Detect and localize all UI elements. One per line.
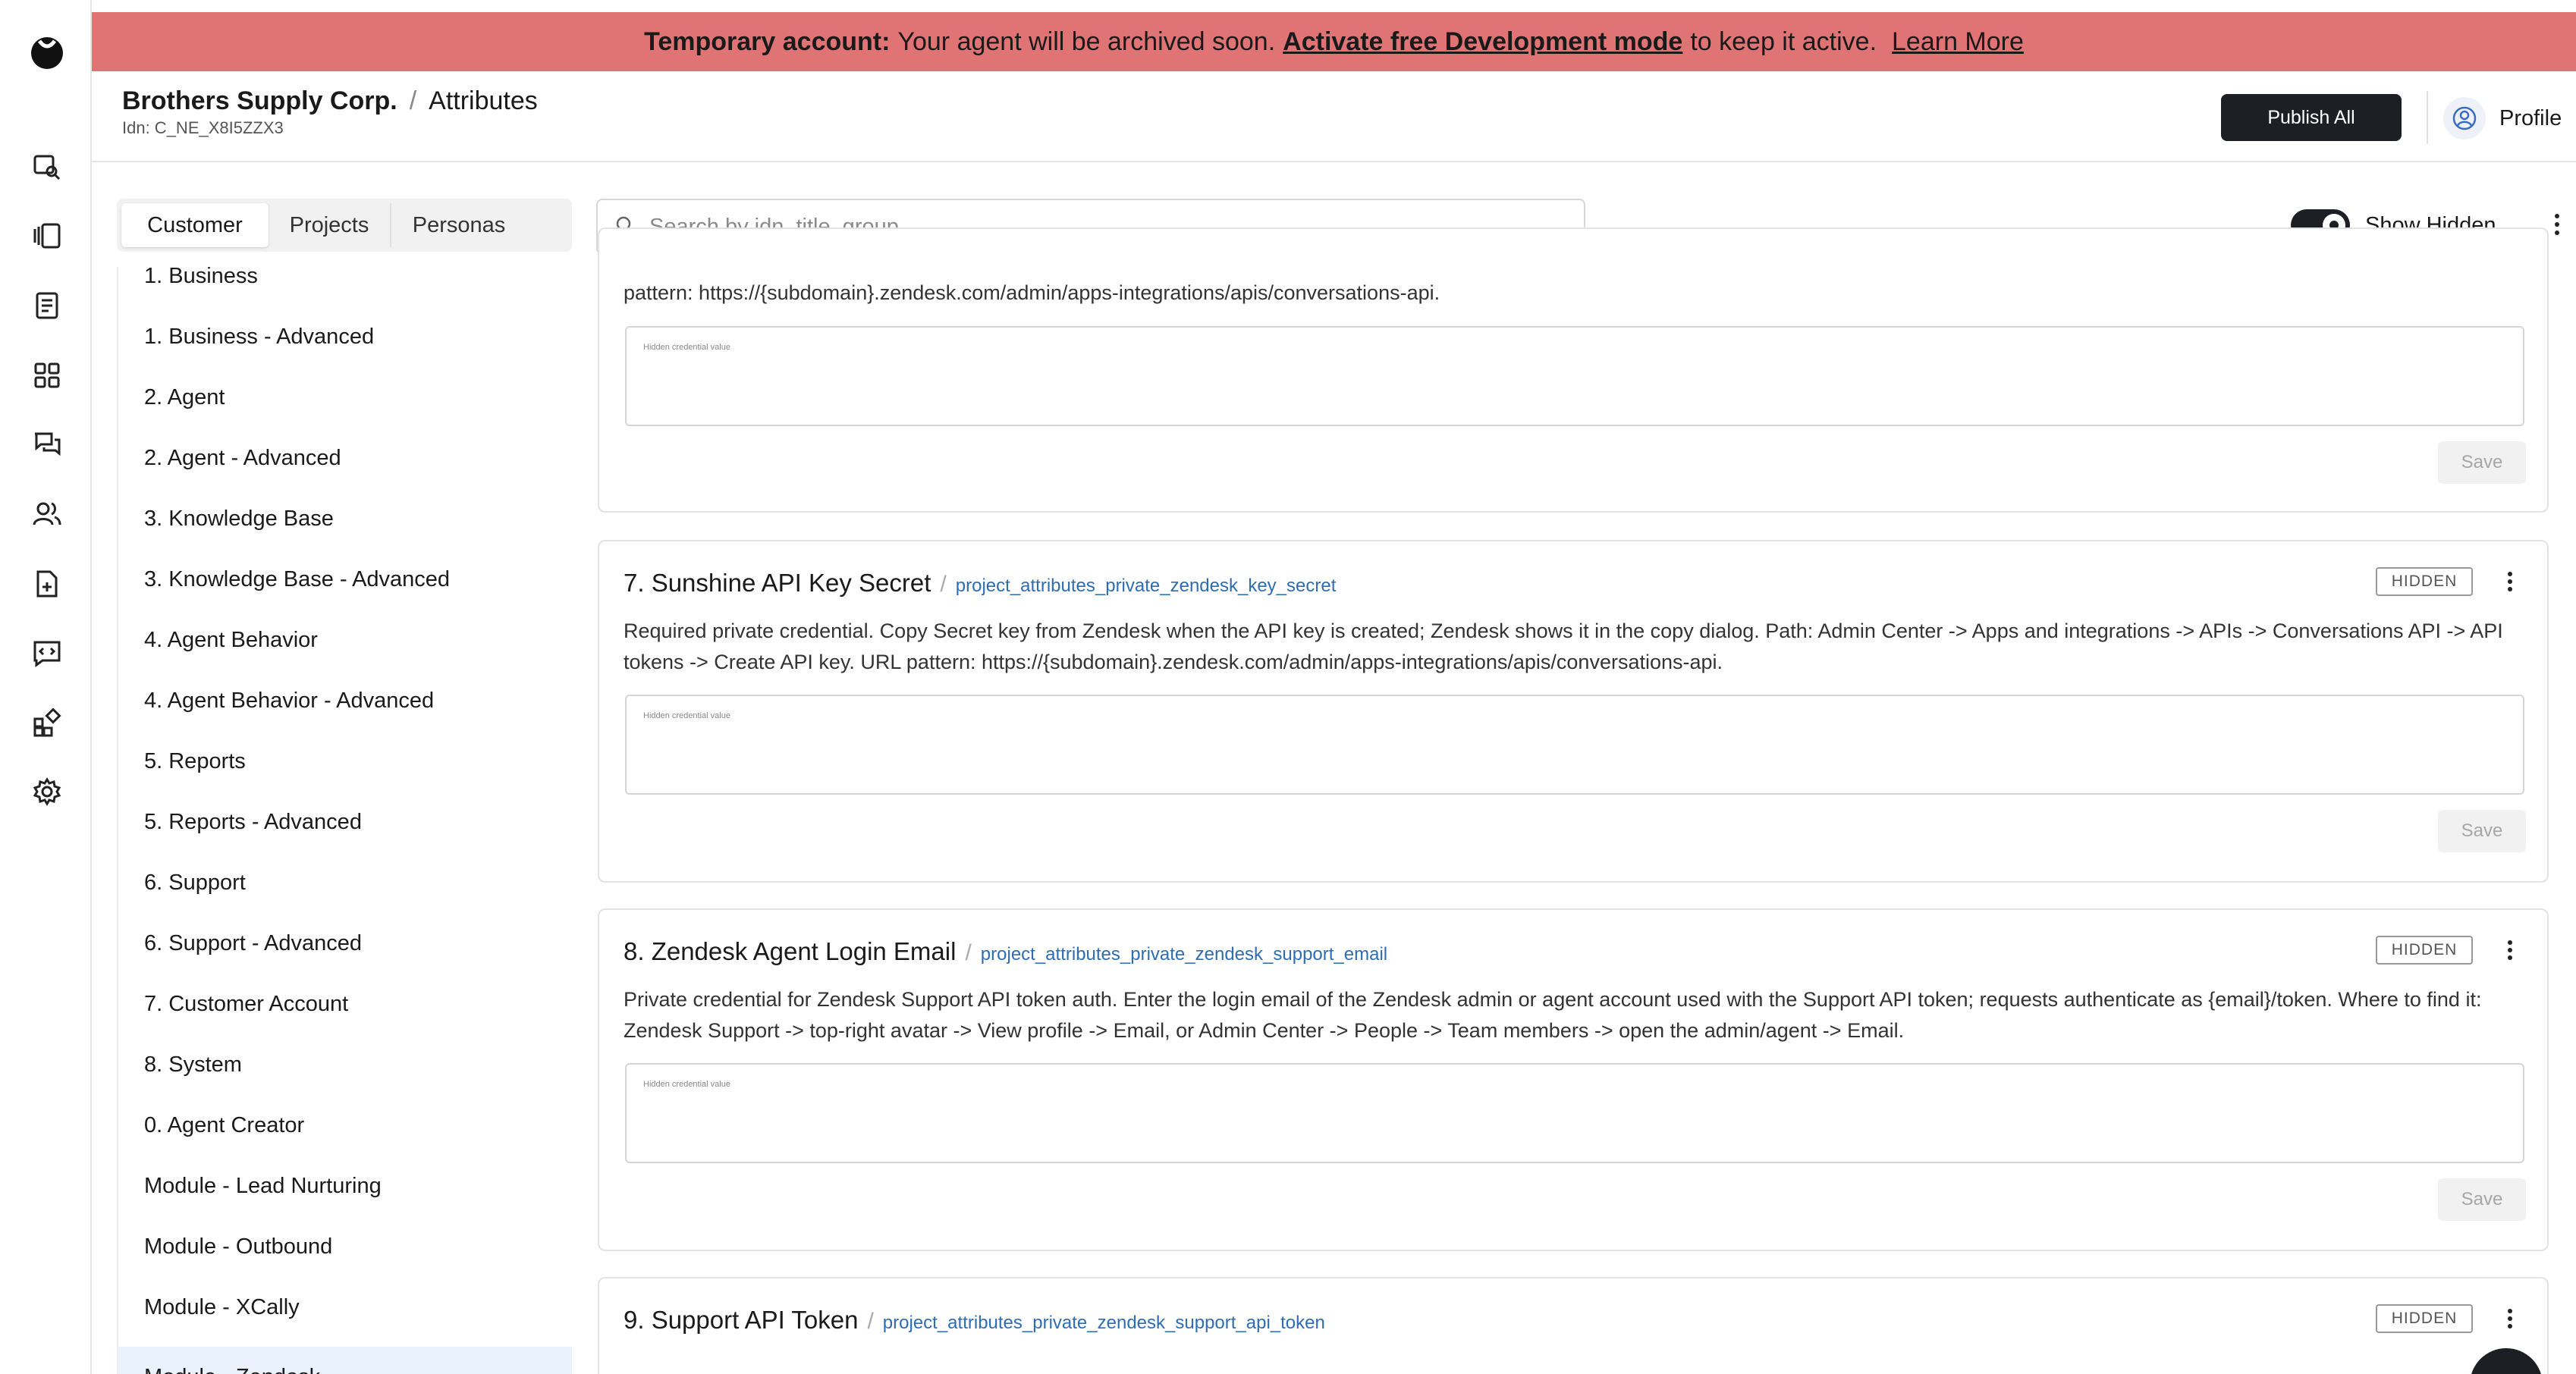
logo-icon[interactable] xyxy=(29,33,65,70)
group-item[interactable]: Module - Lead Nurturing xyxy=(118,1156,572,1216)
integrations-icon[interactable] xyxy=(30,707,64,740)
more-options-icon[interactable] xyxy=(2506,1307,2514,1334)
activate-dev-mode-link[interactable]: Activate free Development mode xyxy=(1283,27,1682,57)
group-item[interactable]: 5. Reports xyxy=(118,731,572,792)
hidden-badge: HIDDEN xyxy=(2376,936,2473,965)
temporary-account-banner: Temporary account: Your agent will be ar… xyxy=(92,12,2576,71)
users-icon[interactable] xyxy=(30,497,64,531)
field-placeholder: Hidden credential value xyxy=(643,343,730,352)
breadcrumb: Brothers Supply Corp. / Attributes xyxy=(122,86,538,116)
banner-bold: Temporary account: xyxy=(644,27,891,56)
group-item[interactable]: 7. Customer Account xyxy=(118,974,572,1034)
save-button[interactable]: Save xyxy=(2438,810,2526,852)
attribute-title: 8. Zendesk Agent Login Email / project_a… xyxy=(624,937,1387,966)
attribute-description: pattern: https://{subdomain}.zendesk.com… xyxy=(624,281,1440,304)
title-separator: / xyxy=(965,940,972,965)
profile-label: Profile xyxy=(2499,105,2562,130)
hidden-badge: HIDDEN xyxy=(2376,1304,2473,1333)
save-button[interactable]: Save xyxy=(2438,1178,2526,1221)
left-rail xyxy=(0,0,92,1374)
group-item[interactable]: 1. Business xyxy=(118,267,572,306)
agents-icon[interactable] xyxy=(30,150,64,184)
attribute-name: 8. Zendesk Agent Login Email xyxy=(624,937,957,965)
attribute-title: 7. Sunshine API Key Secret / project_att… xyxy=(624,569,1336,598)
document-icon[interactable] xyxy=(30,289,64,322)
attribute-description: Private credential for Zendesk Support A… xyxy=(624,988,2482,1042)
more-options-icon[interactable] xyxy=(2506,570,2514,597)
attribute-key[interactable]: project_attributes_private_zendesk_suppo… xyxy=(883,1313,1325,1334)
attribute-key[interactable]: project_attributes_private_zendesk_suppo… xyxy=(981,944,1387,965)
group-item[interactable]: Module - XCally xyxy=(118,1277,572,1338)
field-placeholder: Hidden credential value xyxy=(643,1080,730,1089)
breadcrumb-org[interactable]: Brothers Supply Corp. xyxy=(122,86,397,116)
group-item[interactable]: 3. Knowledge Base xyxy=(118,488,572,549)
group-item[interactable]: 0. Agent Creator xyxy=(118,1095,572,1156)
publish-all-button[interactable]: Publish All xyxy=(2221,94,2402,141)
group-item[interactable]: 6. Support xyxy=(118,852,572,913)
attribute-card: 8. Zendesk Agent Login Email / project_a… xyxy=(598,908,2549,1251)
more-options-icon[interactable] xyxy=(2553,212,2561,240)
chat-icon[interactable] xyxy=(30,428,64,461)
customer-idn: Idn: C_NE_X8I5ZZX3 xyxy=(122,118,284,137)
page-header: Brothers Supply Corp. / Attributes Idn: … xyxy=(92,71,2576,162)
hidden-badge: HIDDEN xyxy=(2376,567,2473,596)
group-item[interactable]: 2. Agent - Advanced xyxy=(118,428,572,488)
attribute-key[interactable]: project_attributes_private_zendesk_key_s… xyxy=(956,576,1337,597)
field-placeholder: Hidden credential value xyxy=(643,711,730,720)
attribute-card: 9. Support API Token / project_attribute… xyxy=(598,1277,2549,1374)
group-list: 1. Business 1. Business - Advanced 2. Ag… xyxy=(117,267,572,1374)
credential-field[interactable]: Hidden credential value xyxy=(625,326,2524,426)
group-item[interactable]: 1. Business - Advanced xyxy=(118,306,572,367)
tab-personas[interactable]: Personas xyxy=(390,203,526,247)
group-item[interactable]: 2. Agent xyxy=(118,367,572,428)
file-icon[interactable] xyxy=(30,567,64,601)
user-circle-icon xyxy=(2443,97,2486,140)
title-separator: / xyxy=(940,572,947,597)
attribute-name: 9. Support API Token xyxy=(624,1306,859,1334)
tab-projects[interactable]: Projects xyxy=(269,203,390,247)
header-divider xyxy=(2427,91,2428,144)
attribute-card: 7. Sunshine API Key Secret / project_att… xyxy=(598,540,2549,883)
credential-field[interactable]: Hidden credential value xyxy=(625,1063,2524,1163)
group-item[interactable]: 3. Knowledge Base - Advanced xyxy=(118,549,572,610)
settings-icon[interactable] xyxy=(30,775,64,808)
group-item[interactable]: 8. System xyxy=(118,1034,572,1095)
attribute-description: Required private credential. Copy Secret… xyxy=(624,620,2503,673)
page-title: Attributes xyxy=(429,86,538,115)
attribute-card: pattern: https://{subdomain}.zendesk.com… xyxy=(598,227,2549,513)
title-separator: / xyxy=(867,1309,874,1334)
learn-more-link[interactable]: Learn More xyxy=(1892,27,2024,57)
banner-after: to keep it active. xyxy=(1690,27,1877,56)
grid-icon[interactable] xyxy=(30,359,64,392)
banner-text: Your agent will be archived soon. xyxy=(897,27,1276,56)
group-item-selected[interactable]: Module - Zendesk xyxy=(118,1347,572,1374)
breadcrumb-separator: / xyxy=(409,86,417,115)
more-options-icon[interactable] xyxy=(2506,939,2514,965)
group-item[interactable]: 4. Agent Behavior xyxy=(118,610,572,670)
group-item[interactable]: 6. Support - Advanced xyxy=(118,913,572,974)
credential-field[interactable]: Hidden credential value xyxy=(625,695,2524,795)
code-chat-icon[interactable] xyxy=(30,637,64,670)
group-item[interactable]: 4. Agent Behavior - Advanced xyxy=(118,670,572,731)
group-item[interactable]: 5. Reports - Advanced xyxy=(118,792,572,852)
group-item[interactable]: Module - Outbound xyxy=(118,1216,572,1277)
panels-icon[interactable] xyxy=(30,219,64,253)
attribute-title: 9. Support API Token / project_attribute… xyxy=(624,1306,1325,1335)
attribute-scope-tabs: Customer Projects Personas xyxy=(117,199,572,252)
tab-customer[interactable]: Customer xyxy=(121,203,269,247)
save-button[interactable]: Save xyxy=(2438,441,2526,484)
profile-menu[interactable]: Profile xyxy=(2443,97,2576,140)
attribute-name: 7. Sunshine API Key Secret xyxy=(624,569,931,597)
